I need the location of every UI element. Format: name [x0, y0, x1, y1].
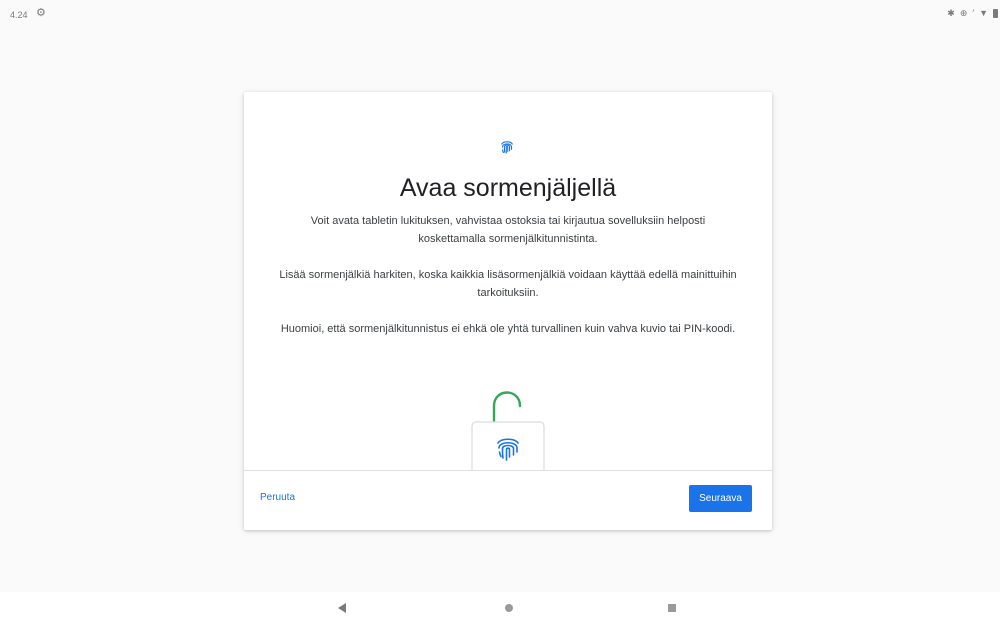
- bluetooth-icon: ✱: [947, 8, 955, 18]
- back-icon[interactable]: [338, 603, 346, 613]
- description-paragraph-1: Voit avata tabletin lukituksen, vahvista…: [310, 215, 706, 245]
- page-title: Avaa sormenjäljellä: [399, 174, 617, 202]
- home-icon[interactable]: [505, 604, 513, 612]
- recents-icon[interactable]: [668, 604, 676, 612]
- fingerprint-setup-dialog: Avaa sormenjäljellä Voit avata tabletin …: [244, 92, 772, 530]
- next-button[interactable]: Seuraava: [689, 485, 752, 512]
- status-bar: 4.24 ⚙ ✱ ⊕ ′ ▼: [0, 0, 1000, 26]
- dialog-content[interactable]: Avaa sormenjäljellä Voit avata tabletin …: [244, 92, 772, 470]
- wifi-icon: ▼: [979, 8, 988, 18]
- screen: 4.24 ⚙ ✱ ⊕ ′ ▼ Avaa sormenjäljellä Voit …: [0, 0, 1000, 626]
- vibrate-icon: ′: [972, 8, 975, 18]
- status-time: 4.24: [10, 10, 28, 20]
- description-paragraph-3: Huomioi, että sormenjälkitunnistus ei eh…: [280, 323, 736, 335]
- status-icons: ✱ ⊕ ′ ▼: [947, 8, 998, 18]
- unlocked-padlock-fingerprint-illustration: [471, 391, 545, 470]
- data-saver-icon: ⊕: [959, 8, 968, 18]
- footer-divider: [244, 470, 772, 471]
- fingerprint-icon: [501, 141, 513, 154]
- description-paragraph-2: Lisää sormenjälkiä harkiten, koska kaikk…: [279, 269, 737, 299]
- battery-icon: [993, 8, 998, 18]
- navigation-bar: [0, 592, 1000, 626]
- cancel-button[interactable]: Peruuta: [254, 488, 301, 507]
- settings-gear-icon: ⚙: [36, 7, 46, 19]
